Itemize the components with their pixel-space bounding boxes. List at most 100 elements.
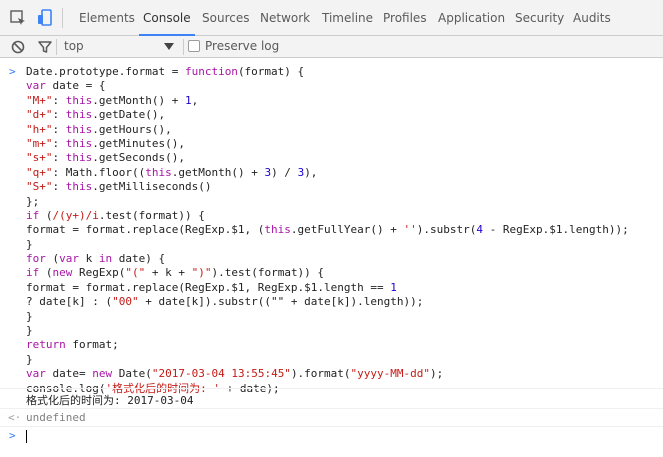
code-line: "h+": this.getHours(),	[26, 123, 629, 137]
log-message-row: 格式化后的时间为: 2017-03-04	[0, 388, 663, 408]
code-token: ? date[k] : (	[26, 295, 113, 309]
tab-sources[interactable]: Sources	[202, 0, 249, 36]
code-token: this	[65, 136, 93, 150]
input-echo-code: Date.prototype.format = function(format)…	[26, 65, 629, 396]
code-token: 1	[184, 93, 192, 107]
return-value-row: <· undefined	[0, 408, 663, 426]
clear-console-icon[interactable]	[10, 39, 26, 55]
tab-profiles[interactable]: Profiles	[383, 0, 427, 36]
devtools-tabbar: Elements Console Sources Network Timeline Pro…	[0, 0, 663, 36]
code-token: :	[52, 93, 66, 107]
code-token: "m+"	[26, 136, 53, 150]
code-token: date=	[45, 367, 93, 381]
code-token: "2017-03-04 13:55:45"	[151, 367, 291, 381]
code-token: k	[79, 252, 99, 266]
console-prompt-row[interactable]: >	[0, 426, 663, 457]
code-line: }	[26, 324, 629, 338]
return-value-text: undefined	[26, 411, 86, 424]
code-line: ? date[k] : ("00" + date[k]).substr(("" …	[26, 295, 629, 309]
code-token: );	[430, 367, 444, 381]
code-token: ).substr(	[416, 223, 477, 237]
code-token: (format) {	[237, 65, 305, 78]
code-line: format = format.replace(RegExp.$1, RegEx…	[26, 281, 629, 295]
code-token: "d+"	[26, 108, 53, 122]
preserve-log-checkbox[interactable]	[188, 40, 200, 52]
code-token: "yyyy-MM-dd"	[350, 367, 431, 381]
console-input-caret[interactable]	[26, 430, 27, 443]
tab-security[interactable]: Security	[515, 0, 564, 36]
code-token: :	[52, 180, 66, 194]
code-line: };	[26, 195, 629, 209]
code-token: /(y+)/i	[52, 208, 99, 222]
code-token: this	[145, 165, 172, 179]
code-token: .getFullYear() +	[290, 223, 404, 237]
code-line: "s+": this.getSeconds(),	[26, 151, 629, 165]
code-token: var	[26, 367, 46, 381]
code-line: }	[26, 310, 629, 324]
tab-application[interactable]: Application	[438, 0, 505, 36]
code-token: + k +	[145, 266, 192, 280]
code-token: (	[39, 208, 53, 222]
tab-console[interactable]: Console	[139, 0, 195, 36]
code-line: }	[26, 238, 629, 252]
filter-divider-2	[183, 39, 184, 55]
filter-icon[interactable]	[37, 39, 53, 55]
preserve-log-label[interactable]: Preserve log	[205, 36, 279, 56]
tab-audits[interactable]: Audits	[573, 0, 611, 36]
code-token: }	[26, 324, 33, 338]
code-token: "00"	[112, 295, 139, 309]
code-token: .getMinutes(),	[92, 136, 185, 150]
code-line: if (new RegExp("(" + k + ")").test(forma…	[26, 266, 629, 280]
code-token: 1	[390, 280, 397, 294]
code-token: Date(	[112, 367, 152, 381]
tab-timeline[interactable]: Timeline	[322, 0, 373, 36]
code-token: "h+"	[26, 122, 53, 136]
code-token: };	[26, 194, 40, 208]
filter-divider	[56, 39, 57, 55]
code-line: "M+": this.getMonth() + 1,	[26, 94, 629, 108]
log-message-text: 格式化后的时间为: 2017-03-04	[26, 394, 194, 407]
code-token: ).format(	[290, 367, 351, 381]
code-token: .test(format)) {	[98, 208, 205, 222]
tab-elements[interactable]: Elements	[79, 0, 135, 36]
code-token: + date[k]).substr(("" + date[k]).length)…	[138, 295, 424, 309]
code-line: if (/(y+)/i.test(format)) {	[26, 209, 629, 223]
code-token: ")"	[191, 266, 212, 280]
code-token: var	[26, 79, 46, 93]
code-token: this	[65, 180, 93, 194]
tab-network[interactable]: Network	[260, 0, 310, 36]
code-token: ),	[304, 165, 318, 179]
code-token: 4	[476, 223, 483, 237]
code-token: :	[52, 108, 66, 122]
code-token: : Math.floor((	[52, 165, 146, 179]
code-token: format;	[65, 338, 119, 352]
code-line: return format;	[26, 338, 629, 352]
chevron-down-icon[interactable]	[164, 43, 174, 50]
code-token: this	[65, 108, 93, 122]
code-token: ).test(format)) {	[211, 266, 325, 280]
code-token: format = format.replace(RegExp.$1, RegEx…	[26, 280, 391, 294]
context-select-value: top	[64, 39, 84, 53]
code-token: "("	[125, 266, 146, 280]
code-token: ) /	[271, 165, 298, 179]
device-toolbar-icon[interactable]	[36, 9, 54, 27]
code-token: if	[26, 266, 40, 280]
code-token: in	[98, 252, 113, 266]
code-token: (	[45, 252, 60, 266]
code-token: .getDate(),	[92, 108, 166, 122]
code-token: }	[26, 309, 33, 323]
code-token: new	[92, 367, 113, 381]
code-line: "d+": this.getDate(),	[26, 108, 629, 122]
context-select[interactable]: top	[64, 36, 178, 58]
code-token: function	[184, 65, 238, 78]
code-token: "s+"	[26, 151, 53, 165]
code-token: ''	[403, 223, 417, 237]
code-line: var date= new Date("2017-03-04 13:55:45"…	[26, 367, 629, 381]
code-token: this	[65, 151, 93, 165]
inspect-element-icon[interactable]	[9, 9, 27, 27]
code-token: "S+"	[26, 180, 53, 194]
code-token: if	[26, 208, 40, 222]
code-token: }	[26, 237, 33, 251]
code-token: RegExp(	[72, 266, 126, 280]
code-token: "M+"	[26, 93, 53, 107]
